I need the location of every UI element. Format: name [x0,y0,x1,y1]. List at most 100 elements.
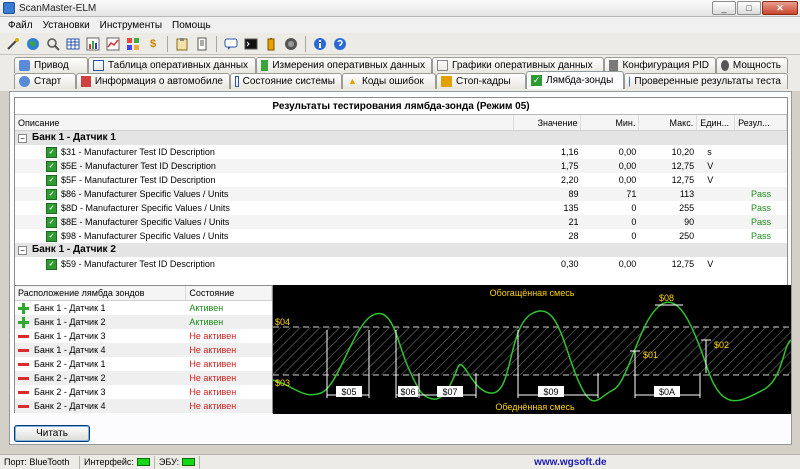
plus-icon [17,302,30,315]
column-header-min[interactable]: Мин. [581,115,640,130]
list-item[interactable]: Банк 1 - Датчик 4 Не активен [15,343,272,357]
toolbar-separator [216,35,217,52]
group-row-bank1-sensor2[interactable]: − Банк 1 - Датчик 2 [15,243,787,257]
gauge-icon[interactable] [282,35,300,53]
column-header-result[interactable]: Резул... [735,115,787,130]
close-button[interactable]: ✕ [762,1,798,15]
read-button[interactable]: Читать [14,425,90,442]
test-icon: ✓ [46,202,57,214]
tab-start[interactable]: Старт [14,73,76,89]
marker-label-02: $02 [714,340,729,350]
lambda-icon: ✓ [531,75,542,86]
list-item[interactable]: Банк 1 - Датчик 1 Активен [15,301,272,315]
maximize-button[interactable]: □ [737,1,761,15]
collapse-icon[interactable]: − [18,245,27,255]
group-row-bank1-sensor1[interactable]: − Банк 1 - Датчик 1 [15,131,787,145]
table-row[interactable]: ✓ $5E - Manufacturer Test ID Description … [15,159,787,173]
dollar-icon[interactable]: $ [144,35,162,53]
table-row[interactable]: ✓ $59 - Manufacturer Test ID Description … [15,257,787,271]
port-status: Порт: BlueTooth [4,457,70,467]
ecu-led-icon [182,458,196,466]
tab-drive[interactable]: Привод [14,57,88,73]
test-icon: ✓ [46,258,57,270]
config-icon [609,60,619,71]
grid-title: Результаты тестирования лямбда-зонда (Ре… [15,98,787,115]
connect-icon[interactable] [4,35,22,53]
marker-label-0a: $0A [659,387,675,397]
list-item[interactable]: Банк 2 - Датчик 4 Не активен [15,399,272,413]
table-row[interactable]: ✓ $86 - Manufacturer Specific Values / Un… [15,187,787,201]
test-icon: ✓ [46,146,57,158]
info-icon[interactable] [311,35,329,53]
time-label-boxes [336,386,680,397]
list-item[interactable]: Банк 1 - Датчик 2 Активен [15,315,272,329]
tab-system-status[interactable]: Состояние системы [230,73,342,89]
minus-icon [17,372,30,385]
clipboard-icon[interactable] [173,35,191,53]
menu-settings[interactable]: Установки [38,20,95,31]
interface-led-icon [136,458,150,466]
chat-icon[interactable] [222,35,240,53]
status-bar: Порт: BlueTooth Интерфейс: ЭБУ: www.wgso… [0,454,800,469]
column-header-max[interactable]: Макс. [639,115,698,130]
help-icon[interactable] [331,35,349,53]
sensor-list: Расположение лямбда зондов Состояние Бан… [14,285,273,413]
table-row[interactable]: ✓ $31 - Manufacturer Test ID Description … [15,145,787,159]
collapse-icon[interactable]: − [18,133,27,143]
tab-power[interactable]: Мощность [716,57,788,73]
list-item[interactable]: Банк 2 - Датчик 1 Не активен [15,357,272,371]
menu-bar: Файл Установки Инструменты Помощь [0,17,800,33]
minus-icon [17,330,30,343]
window-controls: _ □ ✕ [712,1,798,15]
table-row[interactable]: ✓ $5F - Manufacturer Test ID Description … [15,173,787,187]
lambda-waveform-diagram: Обогащённая смесь Обеднённая смесь $04 $… [273,285,791,414]
tab-live-data-table[interactable]: Таблица оперативных данных [88,57,256,73]
tab-error-codes[interactable]: ▲ Коды ошибок [342,73,436,89]
table-row[interactable]: ✓ $98 - Manufacturer Specific Values / Un… [15,229,787,243]
table-row[interactable]: ✓ $8D - Manufacturer Specific Values / Un… [15,201,787,215]
test-icon: ✓ [46,230,57,242]
interface-label: Интерфейс: [84,457,134,467]
toolbar: $ [0,33,800,55]
list-item[interactable]: Банк 1 - Датчик 3 Не активен [15,329,272,343]
bar-chart-icon[interactable] [84,35,102,53]
tab-lambda-sensors[interactable]: ✓ Лямбда-зонды [526,71,624,89]
toolbar-separator [167,35,168,52]
column-header-location[interactable]: Расположение лямбда зондов [15,286,187,300]
tab-vehicle-info[interactable]: Информация о автомобиле [76,73,230,89]
document-icon[interactable] [193,35,211,53]
tab-freeze-frames[interactable]: Стоп-кадры [436,73,526,89]
minimize-button[interactable]: _ [712,1,736,15]
menu-tools[interactable]: Инструменты [95,20,167,31]
column-header-description[interactable]: Описание [15,115,514,130]
search-icon[interactable] [44,35,62,53]
table-row[interactable]: ✓ $8E - Manufacturer Specific Values / Un… [15,215,787,229]
grid-icon[interactable] [124,35,142,53]
column-header-value[interactable]: Значение [514,115,582,130]
sensor-list-header: Расположение лямбда зондов Состояние [15,286,272,301]
test-icon: ✓ [46,188,57,200]
graph-icon[interactable] [104,35,122,53]
group-label: Банк 1 - Датчик 2 [32,244,116,255]
menu-help[interactable]: Помощь [167,20,216,31]
column-header-state[interactable]: Состояние [186,286,272,300]
tab-live-data-measurements[interactable]: Измерения оперативных данных [256,57,432,73]
terminal-icon[interactable] [242,35,260,53]
freeze-frame-icon [441,76,452,87]
plus-icon [17,316,30,329]
battery-icon[interactable] [262,35,280,53]
test-results-icon [629,76,631,87]
tab-verified-test-results[interactable]: Проверенные результаты теста [624,73,788,89]
menu-file[interactable]: Файл [3,20,38,31]
chart-icon [437,60,448,71]
website-link[interactable]: www.wgsoft.de [534,457,606,468]
test-icon: ✓ [46,216,57,228]
list-item[interactable]: Банк 2 - Датчик 3 Не активен [15,385,272,399]
table-icon[interactable] [64,35,82,53]
tab-strip: Привод Таблица оперативных данных Измере… [0,55,800,91]
column-header-unit[interactable]: Един... [697,115,736,130]
globe-icon[interactable] [24,35,42,53]
marker-label-08: $08 [659,293,674,303]
rich-mixture-label: Обогащённая смесь [490,288,575,298]
list-item[interactable]: Банк 2 - Датчик 2 Не активен [15,371,272,385]
